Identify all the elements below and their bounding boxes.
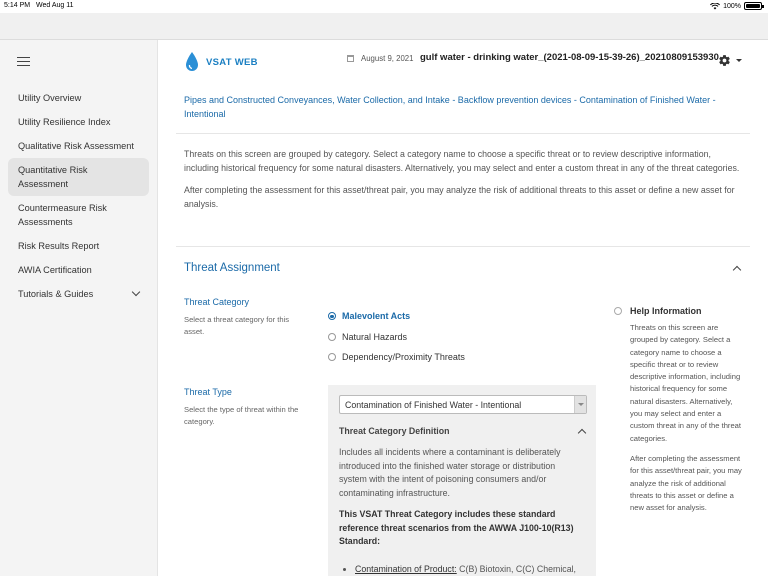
help-paragraph: After completing the assessment for this… [630,453,742,513]
gear-icon [719,55,730,66]
definition-text: Includes all incidents where a contamina… [339,447,561,498]
sidebar-item-label: Tutorials & Guides [18,289,94,299]
scenario-term: Contamination of Product: [355,563,457,574]
logo-text: VSAT WEB [206,56,258,68]
breadcrumb[interactable]: Pipes and Constructed Conveyances, Water… [184,94,724,121]
threat-type-select[interactable]: Contamination of Finished Water - Intent… [339,395,587,414]
threat-type-panel: Contamination of Finished Water - Intent… [328,385,596,576]
threat-category-help: Select a threat category for this asset. [184,315,290,336]
radio-natural-hazards[interactable]: Natural Hazards [328,327,465,348]
wifi-icon [710,2,721,9]
settings-button[interactable] [718,54,742,67]
threat-type-label: Threat Type [184,387,232,397]
radio-button[interactable] [328,353,336,362]
caret-down-icon [736,59,742,62]
battery-percent: 100% [723,2,741,10]
hamburger-menu-icon[interactable] [17,57,30,67]
definition-body: Includes all incidents where a contamina… [339,446,577,576]
calendar-icon [347,55,354,62]
top-band [0,13,768,40]
sidebar-item-countermeasure-risk-assessments[interactable]: Countermeasure Risk Assessments [8,196,149,234]
divider [176,133,750,134]
info-icon [614,307,622,315]
status-time: 5:14 PM [4,2,31,9]
status-date: Wed Aug 11 [36,2,74,9]
sidebar-item-tutorials-guides[interactable]: Tutorials & Guides [8,282,149,306]
sidebar-item-risk-results-report[interactable]: Risk Results Report [8,234,149,258]
intro-text: Threats on this screen are grouped by ca… [184,148,740,220]
sidebar-item-utility-resilience-index[interactable]: Utility Resilience Index [8,110,149,134]
intro-paragraph: After completing the assessment for this… [184,185,735,209]
ios-status-bar: 5:14 PM Wed Aug 11 100% [0,0,768,13]
asset-title: gulf water - drinking water_(2021-08-09-… [420,52,719,63]
sidebar-item-qualitative-risk-assessment[interactable]: Qualitative Risk Assessment [8,134,149,158]
scenario-list: Contamination of Product: C(B) Biotoxin,… [339,563,577,576]
definition-standard-text: This VSAT Threat Category includes these… [339,509,574,546]
assessment-date: August 9, 2021 [347,54,413,63]
threat-assignment-title[interactable]: Threat Assignment [184,262,280,274]
radio-dependency-proximity[interactable]: Dependency/Proximity Threats [328,347,465,368]
list-item: Contamination of Product: C(B) Biotoxin,… [355,563,577,576]
definition-header[interactable]: Threat Category Definition [339,426,449,436]
select-value: Contamination of Finished Water - Intent… [345,400,522,410]
threat-type-help: Select the type of threat within the cat… [184,405,299,426]
sidebar-item-awia-certification[interactable]: AWIA Certification [8,258,149,282]
help-paragraph: Threats on this screen are grouped by ca… [630,323,742,443]
radio-label: Malevolent Acts [342,311,411,322]
dropdown-arrow-icon[interactable] [574,396,586,413]
radio-label: Natural Hazards [342,331,408,342]
radio-malevolent-acts[interactable]: Malevolent Acts [328,306,465,327]
divider [176,246,750,247]
app-header: VSAT WEB August 9, 2021 gulf water - dri… [158,40,768,85]
sidebar: Utility Overview Utility Resilience Inde… [0,40,158,576]
scenario-text: C(B) Biotoxin, C(C) Chemical, [456,563,576,574]
radio-button[interactable] [328,332,336,341]
sidebar-item-quantitative-risk-assessment[interactable]: Quantitative Risk Assessment [8,158,149,196]
radio-label: Dependency/Proximity Threats [342,352,465,363]
status-right: 100% [710,2,764,10]
threat-category-radio-group: Malevolent Acts Natural Hazards Dependen… [328,306,465,368]
help-title: Help Information [630,306,702,316]
water-drop-icon [186,52,198,71]
chevron-down-icon[interactable] [131,287,141,297]
intro-paragraph: Threats on this screen are grouped by ca… [184,149,740,173]
chevron-up-icon[interactable] [577,428,587,438]
date-text: August 9, 2021 [361,54,414,63]
help-text: Threats on this screen are grouped by ca… [630,322,742,522]
battery-icon [744,2,764,10]
sidebar-item-utility-overview[interactable]: Utility Overview [8,86,149,110]
main-content: VSAT WEB August 9, 2021 gulf water - dri… [158,40,768,576]
sidebar-nav: Utility Overview Utility Resilience Inde… [8,86,149,306]
threat-category-label: Threat Category [184,297,250,307]
radio-button[interactable] [328,312,336,321]
app-logo[interactable]: VSAT WEB [184,51,258,73]
chevron-up-icon[interactable] [732,265,742,275]
